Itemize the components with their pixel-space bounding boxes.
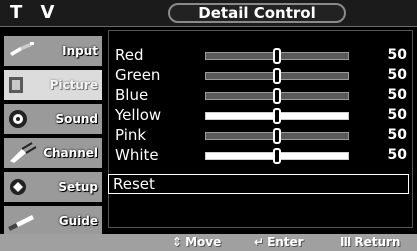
- help-bar: ⇕ Move ↵ Enter Ⅲ Return: [0, 234, 417, 251]
- sidebar-item-sound[interactable]: Sound: [4, 104, 102, 134]
- enter-label: Enter: [267, 235, 304, 249]
- setting-value: 50: [387, 107, 407, 123]
- slider-track[interactable]: [205, 88, 349, 104]
- sidebar-item-picture[interactable]: Picture: [4, 70, 102, 100]
- setting-row-red[interactable]: Red 50: [113, 45, 411, 65]
- setting-label: White: [115, 146, 159, 164]
- sidebar: Input Picture Sound Channel Setup Guide: [4, 36, 102, 236]
- setting-value: 50: [387, 127, 407, 143]
- move-label: Move: [185, 235, 222, 249]
- speaker-icon: [9, 110, 27, 128]
- move-arrows-icon: ⇕: [172, 235, 183, 249]
- return-hint: Ⅲ Return: [340, 235, 400, 249]
- slider-track[interactable]: [205, 148, 349, 164]
- slider-knob[interactable]: [273, 68, 281, 84]
- setting-value: 50: [387, 87, 407, 103]
- sidebar-item-guide[interactable]: Guide: [4, 206, 102, 236]
- reset-label: Reset: [113, 175, 155, 193]
- tv-osd-screen: T V Detail Control Input Picture Sound C…: [0, 0, 417, 251]
- slider-knob[interactable]: [273, 128, 281, 144]
- setting-label: Red: [115, 46, 144, 64]
- sidebar-item-label: Channel: [43, 146, 98, 160]
- setting-label: Pink: [115, 126, 147, 144]
- reset-item[interactable]: Reset: [108, 174, 409, 194]
- setting-row-pink[interactable]: Pink 50: [113, 125, 411, 145]
- input-plug-icon: [10, 42, 34, 56]
- sidebar-item-label: Sound: [55, 112, 98, 126]
- menu-title: Detail Control: [198, 4, 316, 22]
- title-bar: T V Detail Control: [0, 0, 417, 27]
- tv-label: T V: [10, 2, 61, 23]
- slider-track[interactable]: [205, 128, 349, 144]
- sidebar-item-label: Guide: [58, 214, 98, 228]
- setting-label: Blue: [115, 86, 149, 104]
- slider-knob[interactable]: [273, 148, 281, 164]
- sidebar-item-input[interactable]: Input: [4, 36, 102, 66]
- slider-track[interactable]: [205, 48, 349, 64]
- setting-value: 50: [387, 47, 407, 63]
- slider-knob[interactable]: [273, 88, 281, 104]
- setting-value: 50: [387, 147, 407, 163]
- enter-hint: ↵ Enter: [254, 235, 304, 249]
- picture-icon: [9, 77, 23, 93]
- move-hint: ⇕ Move: [172, 235, 221, 249]
- sidebar-item-label: Setup: [58, 180, 98, 194]
- menu-title-pill: Detail Control: [168, 3, 346, 23]
- sidebar-item-label: Input: [62, 44, 98, 58]
- setup-icon: [10, 179, 26, 195]
- setting-label: Yellow: [115, 106, 162, 124]
- sidebar-item-channel[interactable]: Channel: [4, 138, 102, 168]
- setting-row-yellow[interactable]: Yellow 50: [113, 105, 411, 125]
- detail-control-panel: Red 50 Green 50 Blue 50 Yellow 50 Pink 5…: [108, 30, 413, 228]
- setting-row-white[interactable]: White 50: [113, 145, 411, 165]
- setting-value: 50: [387, 67, 407, 83]
- antenna-icon: [10, 142, 37, 163]
- sidebar-item-setup[interactable]: Setup: [4, 172, 102, 202]
- return-icon: Ⅲ: [340, 235, 352, 249]
- slider-knob[interactable]: [273, 108, 281, 124]
- enter-icon: ↵: [254, 235, 265, 249]
- setting-row-green[interactable]: Green 50: [113, 65, 411, 85]
- slider-track[interactable]: [205, 68, 349, 84]
- guide-icon: [8, 215, 34, 231]
- sidebar-item-label: Picture: [49, 78, 98, 92]
- slider-knob[interactable]: [273, 48, 281, 64]
- setting-label: Green: [115, 66, 161, 84]
- setting-row-blue[interactable]: Blue 50: [113, 85, 411, 105]
- return-label: Return: [354, 235, 401, 249]
- slider-track[interactable]: [205, 108, 349, 124]
